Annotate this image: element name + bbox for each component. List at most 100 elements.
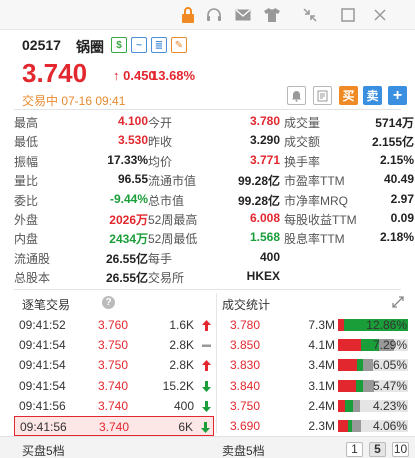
trade-time: 09:41:56 (20, 419, 67, 434)
stats-list: 3.780 7.3M 12.86% 3.850 4.1M 7.29% 3.830 3.4M 6.… (218, 315, 415, 436)
close-icon[interactable] (372, 7, 388, 23)
quote-label: 委比 (14, 193, 39, 208)
quote-label: 成交量 (284, 116, 321, 130)
trade-time: 09:41:54 (19, 378, 66, 393)
sell-depth-label[interactable]: 卖盘5档 (222, 442, 265, 458)
stats-price: 3.780 (230, 318, 261, 332)
dollar-tag-button[interactable]: $ (111, 37, 127, 53)
quote-label: 换手率 (284, 154, 321, 169)
quote-row: 总股本 26.55亿 交易所 HKEX (14, 267, 415, 286)
quote-value: 2434万 (109, 232, 148, 247)
quote-label: 内盘 (14, 232, 39, 247)
depth-1-button[interactable]: 1 (346, 442, 363, 457)
list-tag-button[interactable]: ≣ (151, 37, 167, 53)
bar-seg-neutral (353, 399, 360, 412)
quote-label: 今开 (148, 116, 173, 130)
stats-percent: 7.29% (372, 338, 407, 353)
bar-seg-buy (338, 419, 348, 432)
stock-code: 02517 (22, 37, 61, 53)
quote-label: 股息率TTM (284, 232, 345, 247)
bar-seg-neutral (363, 359, 373, 372)
quote-value: 3.290 (249, 133, 280, 148)
quote-label: 振幅 (14, 154, 39, 169)
trade-volume: 6K (178, 419, 193, 434)
collapse-icon[interactable] (302, 7, 318, 23)
trade-price: 3.750 (98, 338, 129, 353)
trading-status: 交易中 07-16 09:41 (22, 94, 126, 108)
up-arrow-icon (202, 320, 211, 334)
quote-label: 总股本 (14, 271, 51, 286)
trade-volume: 2.8K (169, 358, 194, 373)
quote-value: -9.44% (109, 191, 148, 206)
quote-value: 4.100 (117, 114, 148, 128)
trade-time: 09:41:54 (19, 338, 66, 353)
quote-label: 总市值 (148, 193, 185, 208)
quote-label: 外盘 (14, 212, 39, 227)
mail-icon[interactable] (235, 7, 251, 23)
stats-title: 成交统计 (222, 298, 271, 312)
chart-tag-button[interactable]: ~ (131, 37, 147, 53)
quote-label: 每手 (148, 251, 173, 266)
quote-row: 外盘 2026万 52周最高 6.008 每股收益TTM 0.09 (14, 209, 415, 228)
quote-label: 量比 (14, 174, 39, 189)
buy-depth-label[interactable]: 买盘5档 (22, 442, 65, 458)
stats-price: 3.690 (230, 418, 261, 433)
sell-button[interactable]: 卖 (363, 86, 382, 105)
quote-value: 3.780 (249, 114, 280, 128)
quote-label: 昨收 (148, 135, 173, 150)
bar-seg-buy (338, 379, 356, 392)
trade-row: 09:41:54 3.750 2.8K (14, 335, 214, 355)
quote-value: 2.18% (379, 230, 414, 245)
bell-icon[interactable] (287, 86, 306, 105)
quote-value: 1.568 (249, 230, 280, 245)
depth-10-button[interactable]: 10 (392, 442, 409, 457)
price-change: ↑ 0.450 (113, 68, 156, 83)
down-arrow-icon (202, 400, 211, 415)
window-icon[interactable] (340, 7, 356, 23)
quote-label: 市盈率TTM (284, 174, 345, 189)
trade-price: 3.750 (98, 358, 129, 373)
trade-row: 09:41:54 3.750 2.8K (14, 355, 214, 375)
quote-value: 2.15% (379, 152, 414, 167)
quote-label: 均价 (148, 154, 173, 169)
add-watchlist-button[interactable]: + (388, 86, 407, 105)
quote-row: 最高 4.100 今开 3.780 成交量 5714万 (14, 112, 415, 131)
trade-row: 09:41:54 3.740 15.2K (14, 376, 214, 396)
quote-value: 3.530 (117, 133, 148, 148)
trade-time: 09:41:54 (19, 358, 66, 373)
quote-row: 量比 96.55 流通市值 99.28亿 市盈率TTM 40.49 (14, 170, 415, 189)
flat-dash-icon (202, 340, 211, 354)
quote-row: 内盘 2434万 52周最低 1.568 股息率TTM 2.18% (14, 228, 415, 247)
expand-icon[interactable] (392, 296, 404, 311)
stats-volume: 2.4M (308, 398, 335, 413)
shirt-icon[interactable] (264, 7, 280, 23)
trade-time: 09:41:52 (19, 318, 66, 332)
headset-icon[interactable] (206, 7, 222, 23)
quote-value: 99.28亿 (237, 193, 280, 208)
quote-label: 成交额 (284, 135, 321, 150)
quote-label: 52周最低 (148, 232, 198, 247)
top-toolbar (0, 0, 415, 30)
quote-value: 96.55 (117, 172, 148, 187)
trade-price: 3.760 (98, 318, 129, 332)
help-icon[interactable]: ? (102, 296, 115, 309)
quote-value: 99.28亿 (237, 174, 280, 189)
news-icon[interactable] (313, 86, 332, 105)
stats-row: 3.690 2.3M 4.06% (218, 416, 415, 436)
stats-price: 3.830 (230, 358, 261, 373)
up-arrow-icon (202, 360, 211, 374)
stats-percent: 12.86% (366, 318, 407, 332)
buy-button[interactable]: 买 (339, 86, 358, 105)
section-divider (216, 293, 217, 433)
edit-tag-button[interactable]: ✎ (171, 37, 187, 53)
trade-price: 3.740 (98, 398, 129, 413)
quote-row: 委比 -9.44% 总市值 99.28亿 市净率MRQ 2.97 (14, 190, 415, 209)
stats-volume: 3.4M (308, 358, 335, 373)
depth-5-button[interactable]: 5 (369, 442, 386, 457)
down-arrow-icon (201, 421, 210, 436)
lock-icon[interactable] (180, 7, 196, 23)
stats-row: 3.830 3.4M 6.05% (218, 355, 415, 375)
trades-list: 09:41:52 3.760 1.6K 09:41:54 3.750 2.8K 09:41:… (14, 315, 214, 437)
stats-volume: 7.3M (308, 318, 335, 332)
bar-seg-buy (338, 339, 361, 352)
